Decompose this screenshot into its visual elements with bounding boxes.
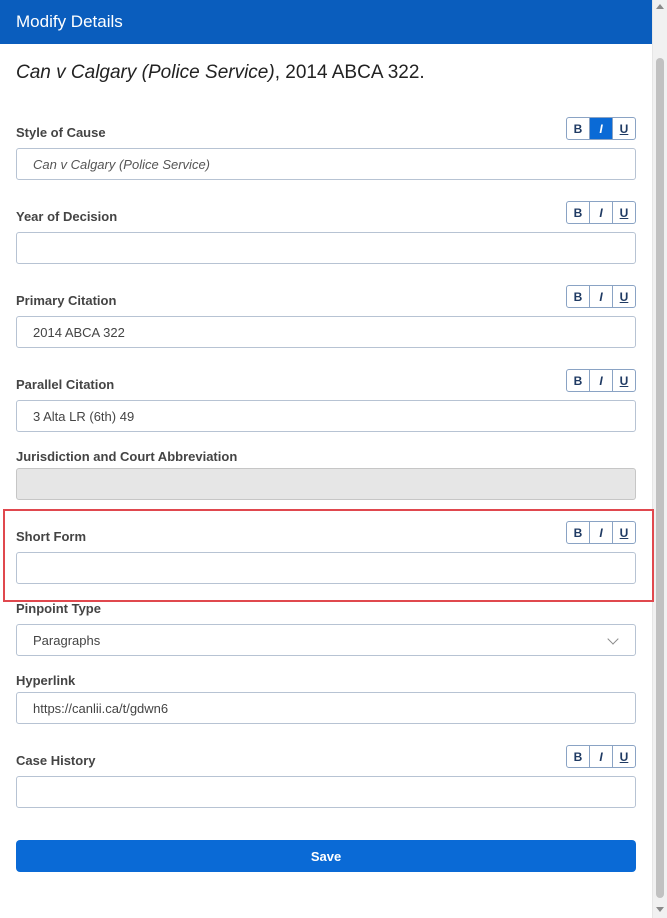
case-history-input[interactable] [16,776,636,808]
parallel-citation-input[interactable]: 3 Alta LR (6th) 49 [16,400,636,432]
primary-citation-underline-button[interactable]: U [613,286,635,307]
primary-citation-input[interactable]: 2014 ABCA 322 [16,316,636,348]
short-form-label: Short Form [16,529,87,544]
short-form-input[interactable] [16,552,636,584]
scrollbar[interactable] [652,0,667,918]
short-form-format-group: B I U [566,521,636,544]
case-history-italic-button[interactable]: I [590,746,613,767]
dialog-header: Modify Details [0,0,652,44]
case-history-label: Case History [16,753,96,768]
year-of-decision-bold-button[interactable]: B [567,202,590,223]
pinpoint-type-label: Pinpoint Type [16,601,101,616]
primary-citation-label: Primary Citation [16,293,117,308]
jurisdiction-label: Jurisdiction and Court Abbreviation [16,449,238,464]
scroll-thumb[interactable] [656,58,664,898]
parallel-citation-underline-button[interactable]: U [613,370,635,391]
save-button[interactable]: Save [16,840,636,872]
hyperlink-input[interactable]: https://canlii.ca/t/gdwn6 [16,692,636,724]
short-form-underline-button[interactable]: U [613,522,635,543]
chevron-down-icon [607,633,619,645]
style-of-cause-label: Style of Cause [16,125,106,140]
scroll-up-icon[interactable] [656,4,664,9]
case-history-underline-button[interactable]: U [613,746,635,767]
pinpoint-type-value: Paragraphs [33,632,101,648]
case-title-rest: , 2014 ABCA 322. [274,62,425,83]
primary-citation-format-group: B I U [566,285,636,308]
pinpoint-type-select[interactable]: Paragraphs [16,624,636,656]
hyperlink-label: Hyperlink [16,673,76,688]
primary-citation-italic-button[interactable]: I [590,286,613,307]
year-of-decision-underline-button[interactable]: U [613,202,635,223]
style-of-cause-underline-button[interactable]: U [613,118,635,139]
dialog-title: Modify Details [16,12,123,31]
year-of-decision-italic-button[interactable]: I [590,202,613,223]
year-of-decision-format-group: B I U [566,201,636,224]
style-of-cause-italic-button[interactable]: I [590,118,613,139]
year-of-decision-input[interactable] [16,232,636,264]
case-title: Can v Calgary (Police Service), 2014 ABC… [16,62,425,84]
case-history-format-group: B I U [566,745,636,768]
style-of-cause-input[interactable]: Can v Calgary (Police Service) [16,148,636,180]
parallel-citation-italic-button[interactable]: I [590,370,613,391]
primary-citation-bold-button[interactable]: B [567,286,590,307]
short-form-bold-button[interactable]: B [567,522,590,543]
style-of-cause-format-group: B I U [566,117,636,140]
case-history-bold-button[interactable]: B [567,746,590,767]
parallel-citation-label: Parallel Citation [16,377,115,392]
parallel-citation-bold-button[interactable]: B [567,370,590,391]
parallel-citation-format-group: B I U [566,369,636,392]
jurisdiction-input [16,468,636,500]
case-title-italic: Can v Calgary (Police Service) [16,62,275,83]
scroll-down-icon[interactable] [656,907,664,912]
short-form-italic-button[interactable]: I [590,522,613,543]
style-of-cause-bold-button[interactable]: B [567,118,590,139]
year-of-decision-label: Year of Decision [16,209,118,224]
